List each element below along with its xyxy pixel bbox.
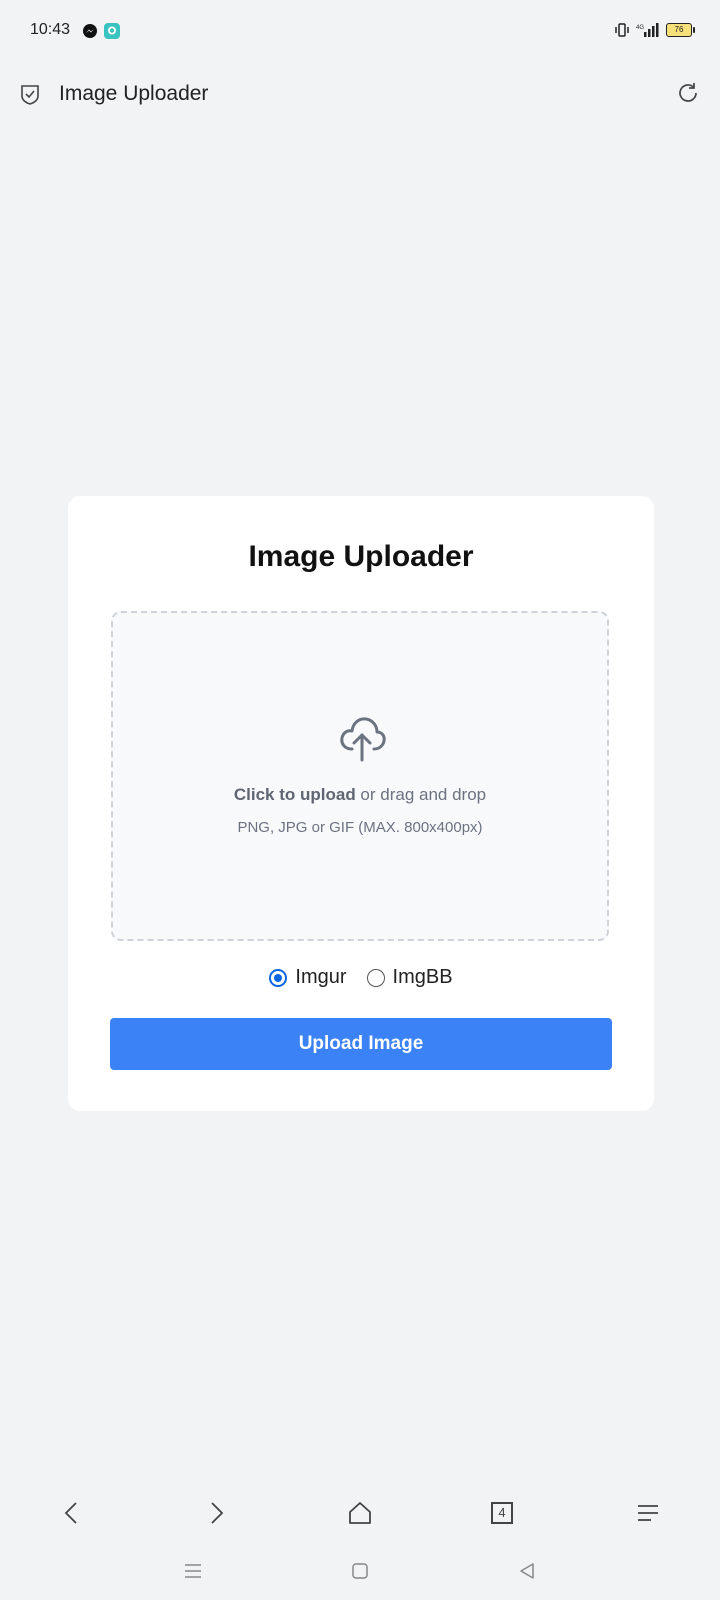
recents-icon[interactable] (183, 1561, 203, 1581)
upload-image-button[interactable]: Upload Image (110, 1018, 612, 1070)
chat-icon (104, 23, 120, 39)
system-home-icon[interactable] (350, 1561, 370, 1581)
signal-icon: 4G (636, 23, 659, 37)
refresh-icon[interactable] (676, 81, 700, 105)
radio-imgbb[interactable] (366, 968, 385, 987)
radio-imgur[interactable] (269, 968, 288, 987)
system-nav (0, 1546, 720, 1600)
tabs-icon[interactable]: 4 (491, 1502, 513, 1524)
system-back-icon[interactable] (517, 1561, 537, 1581)
cloud-upload-icon (340, 717, 386, 762)
radio-option-imgur[interactable]: Imgur (269, 966, 347, 989)
shield-icon[interactable] (20, 84, 40, 106)
uploader-card: Image Uploader Click to upload or drag a… (68, 496, 654, 1111)
vibrate-icon (615, 23, 629, 37)
home-icon[interactable] (347, 1500, 373, 1526)
status-right: 4G 76 (614, 22, 695, 38)
dropzone-hint: PNG, JPG or GIF (MAX. 800x400px) (237, 819, 483, 836)
app-bar: Image Uploader (0, 64, 720, 124)
dropzone-instruction: Click to upload or drag and drop (113, 785, 607, 805)
radio-label-imgbb: ImgBB (392, 966, 453, 988)
messenger-icon (83, 24, 97, 38)
battery-icon: 76 (666, 23, 695, 37)
app-title: Image Uploader (59, 82, 209, 105)
svg-text:4G: 4G (636, 25, 644, 31)
back-icon[interactable] (59, 1500, 85, 1526)
radio-label-imgur: Imgur (295, 966, 347, 988)
browser-nav: 4 (0, 1480, 720, 1546)
status-time: 10:43 (30, 21, 71, 38)
upload-dropzone[interactable]: Click to upload or drag and drop PNG, JP… (111, 611, 609, 941)
host-selector: Imgur ImgBB (68, 966, 654, 989)
status-bar: 10:43 4G 76 (0, 0, 720, 64)
forward-icon[interactable] (203, 1500, 229, 1526)
click-to-upload-text[interactable]: Click to upload (234, 785, 356, 804)
radio-option-imgbb[interactable]: ImgBB (366, 966, 453, 989)
card-title: Image Uploader (248, 540, 474, 573)
drag-drop-text: or drag and drop (355, 785, 487, 804)
menu-icon[interactable] (635, 1500, 661, 1526)
